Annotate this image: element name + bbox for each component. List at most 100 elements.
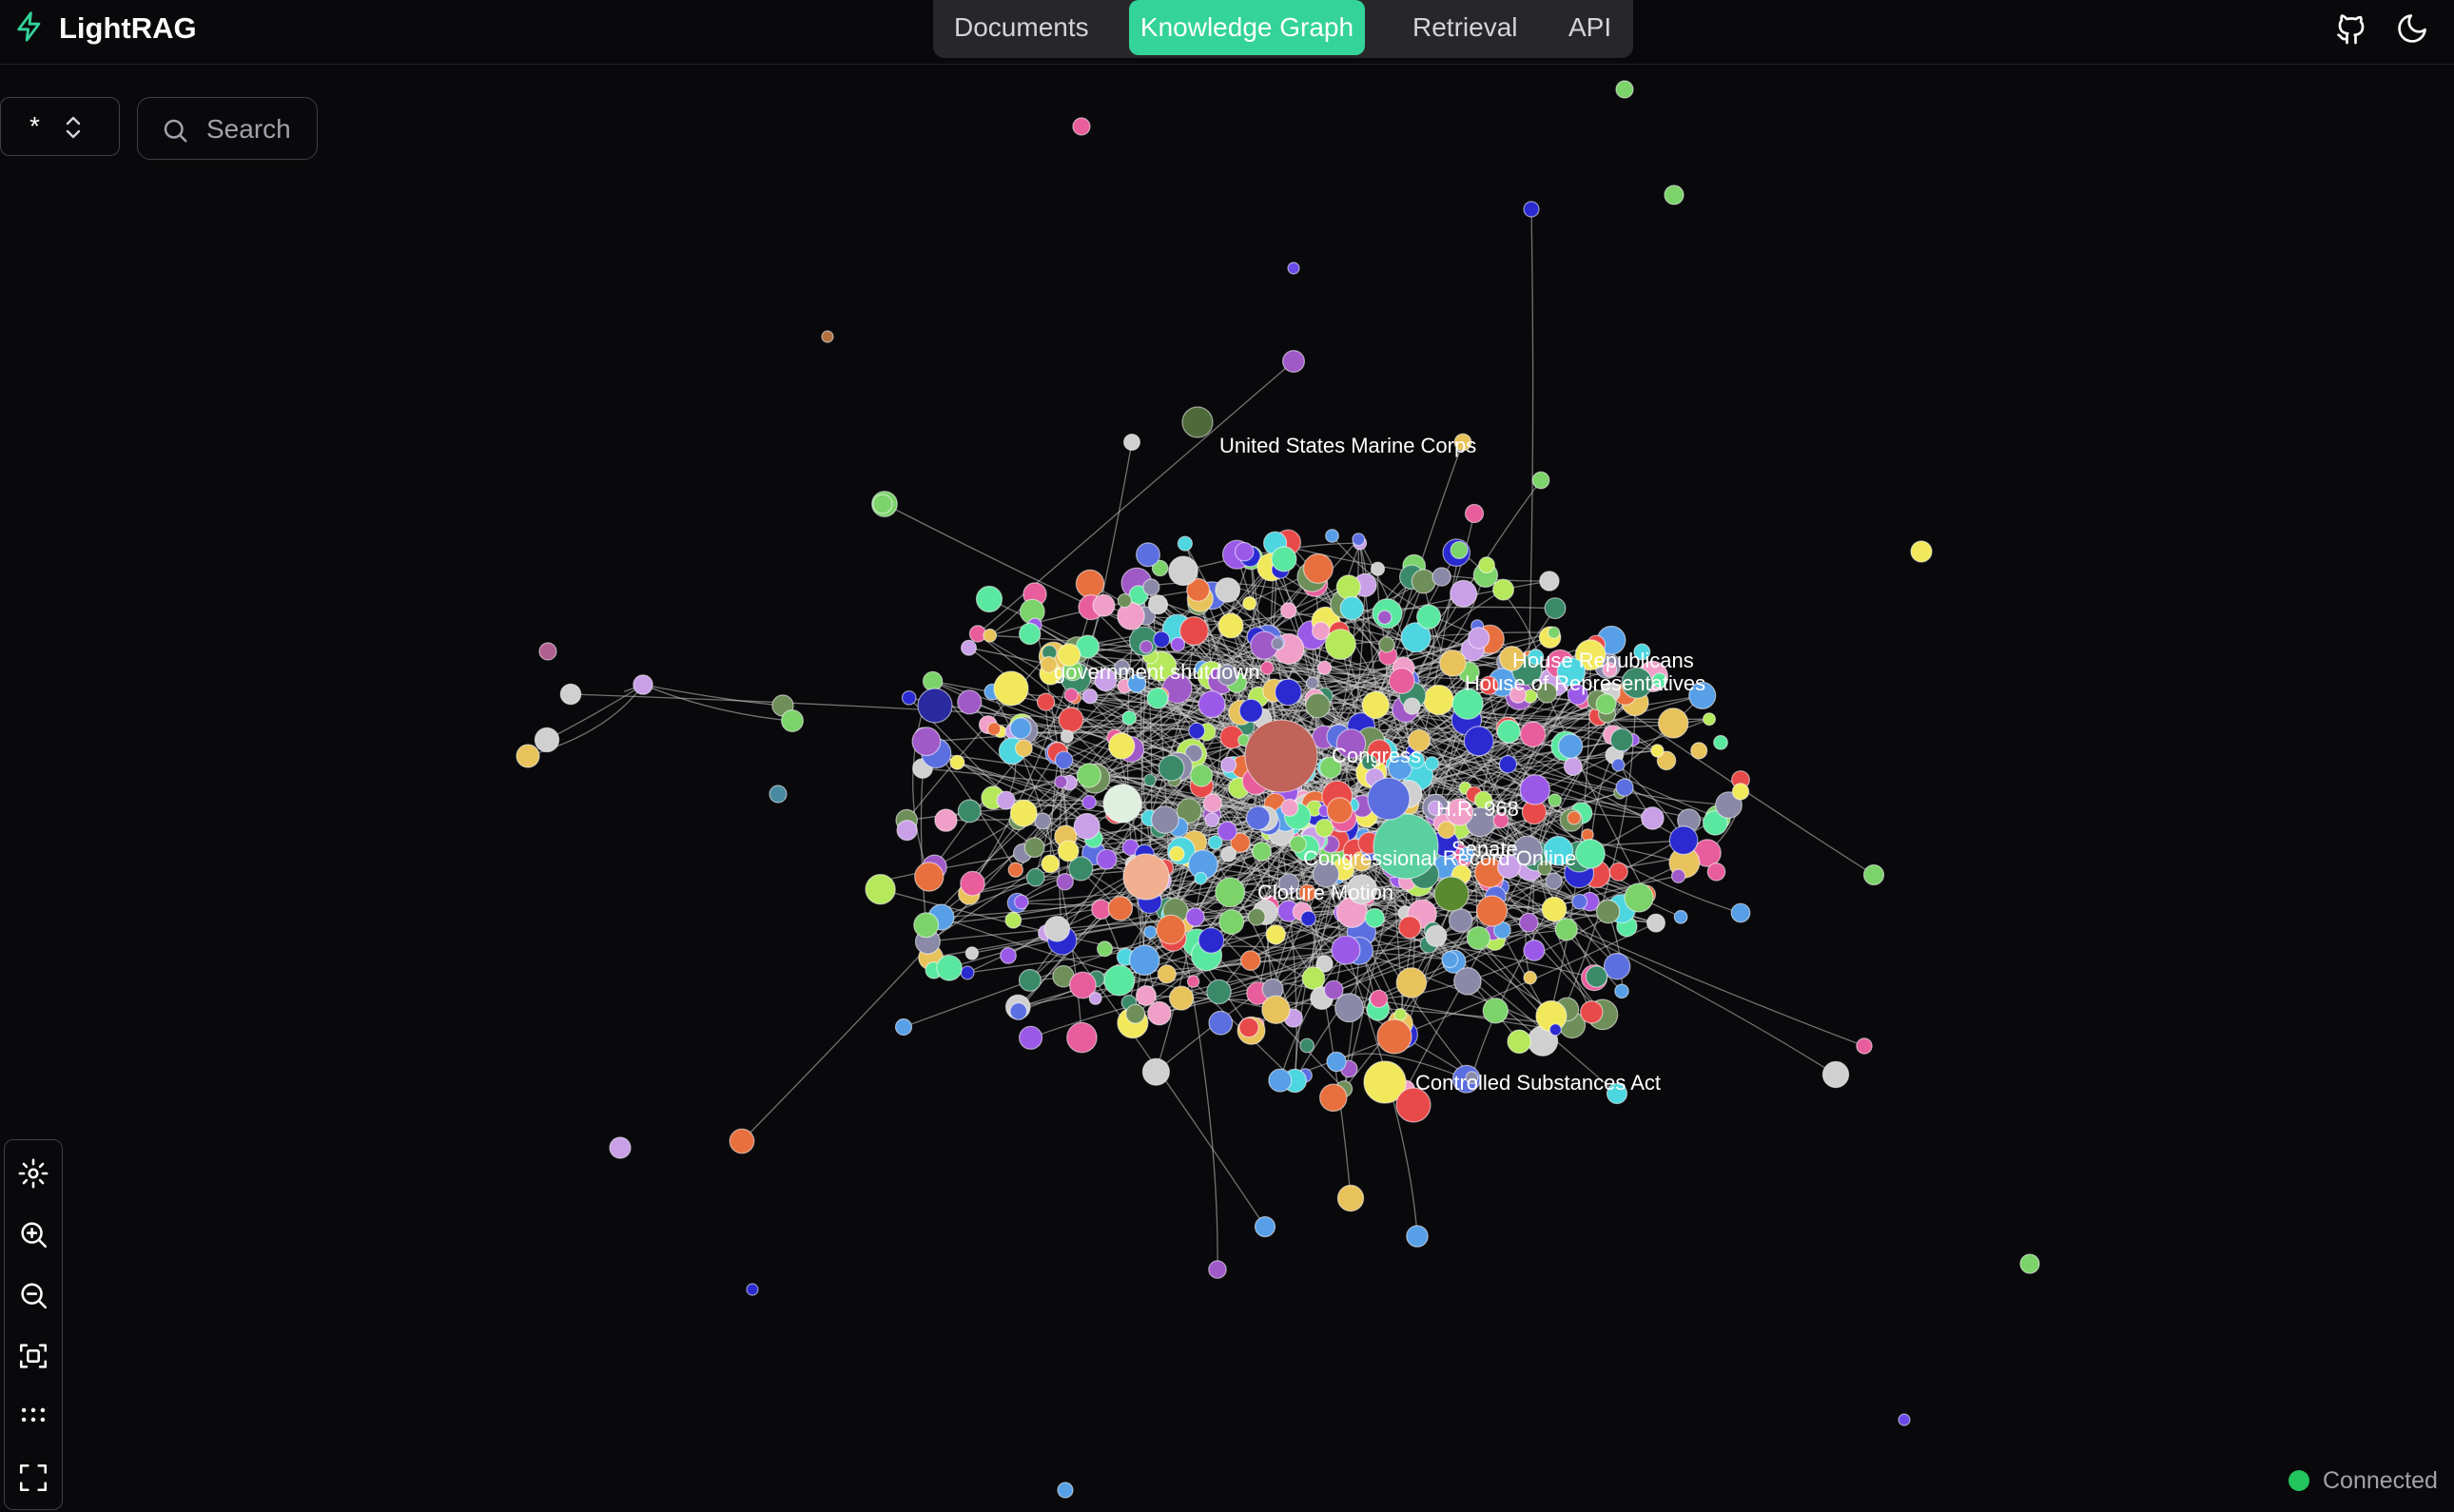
graph-node[interactable] bbox=[957, 799, 982, 824]
graph-node[interactable] bbox=[1102, 784, 1142, 824]
graph-node[interactable] bbox=[1194, 871, 1208, 885]
graph-node[interactable] bbox=[1603, 952, 1631, 980]
graph-node[interactable] bbox=[1523, 939, 1546, 961]
graph-node[interactable] bbox=[1261, 995, 1291, 1025]
graph-node[interactable] bbox=[1595, 693, 1617, 715]
graph-node[interactable] bbox=[1076, 763, 1102, 788]
graph-node[interactable] bbox=[1189, 764, 1214, 787]
graph-node[interactable] bbox=[911, 727, 942, 757]
graph-node[interactable] bbox=[960, 870, 985, 897]
graph-node[interactable] bbox=[2019, 1253, 2040, 1274]
graph-node[interactable] bbox=[993, 670, 1029, 707]
graph-node[interactable] bbox=[1234, 541, 1255, 562]
graph-node[interactable] bbox=[1496, 719, 1521, 744]
graph-node[interactable] bbox=[1206, 979, 1232, 1005]
graph-node[interactable] bbox=[1448, 908, 1473, 933]
graph-node[interactable] bbox=[1081, 688, 1099, 705]
graph-node[interactable] bbox=[936, 955, 963, 981]
graph-node[interactable] bbox=[1072, 117, 1091, 136]
graph-node[interactable] bbox=[538, 642, 557, 661]
graph-node[interactable] bbox=[1411, 569, 1436, 594]
label-filter-select[interactable]: * bbox=[0, 97, 120, 156]
graph-node[interactable] bbox=[1646, 913, 1665, 933]
graph-node[interactable] bbox=[914, 862, 945, 892]
graph-node[interactable] bbox=[1043, 915, 1071, 942]
graph-node[interactable] bbox=[1507, 1029, 1531, 1055]
graph-node[interactable] bbox=[1450, 540, 1469, 559]
graph-node[interactable] bbox=[1323, 979, 1344, 1000]
graph-node[interactable] bbox=[1239, 950, 1261, 971]
graph-node[interactable] bbox=[1057, 840, 1080, 863]
graph-node[interactable] bbox=[746, 1283, 759, 1296]
graph-node[interactable] bbox=[1125, 1003, 1146, 1024]
graph-node[interactable] bbox=[1364, 907, 1385, 928]
graph-node[interactable] bbox=[1056, 873, 1074, 891]
graph-node[interactable] bbox=[1609, 727, 1634, 752]
graph-node[interactable] bbox=[1146, 687, 1169, 709]
graph-node[interactable] bbox=[1018, 1025, 1043, 1050]
graph-node[interactable] bbox=[1315, 818, 1334, 838]
graph-node[interactable] bbox=[1498, 755, 1518, 774]
graph-node[interactable] bbox=[1244, 719, 1318, 793]
graph-node[interactable] bbox=[516, 744, 540, 768]
graph-node[interactable] bbox=[1898, 1413, 1911, 1426]
graph-node[interactable] bbox=[1624, 882, 1654, 913]
graph-node[interactable] bbox=[1475, 895, 1509, 927]
graph-node[interactable] bbox=[1615, 80, 1634, 99]
graph-node[interactable] bbox=[1406, 1225, 1429, 1248]
graph-node[interactable] bbox=[922, 670, 944, 692]
graph-node[interactable] bbox=[1548, 1023, 1562, 1037]
graph-node[interactable] bbox=[1169, 845, 1185, 863]
zoom-in-icon[interactable] bbox=[17, 1218, 49, 1250]
graph-node[interactable] bbox=[1585, 965, 1608, 988]
graph-node[interactable] bbox=[1158, 754, 1185, 782]
graph-node[interactable] bbox=[1186, 975, 1200, 988]
graph-node[interactable] bbox=[1274, 678, 1302, 707]
graph-node[interactable] bbox=[1305, 692, 1331, 719]
tab-api[interactable]: API bbox=[1568, 0, 1611, 55]
graph-node[interactable] bbox=[1025, 867, 1045, 887]
graph-node[interactable] bbox=[1595, 899, 1621, 924]
graph-node[interactable] bbox=[1301, 966, 1326, 990]
graph-node[interactable] bbox=[1403, 697, 1421, 715]
graph-node[interactable] bbox=[949, 754, 965, 770]
graph-node[interactable] bbox=[1107, 896, 1134, 921]
graph-node[interactable] bbox=[1188, 722, 1206, 740]
graph-node[interactable] bbox=[1523, 201, 1540, 218]
graph-node[interactable] bbox=[1450, 579, 1478, 608]
graph-node[interactable] bbox=[1054, 775, 1068, 789]
graph-node[interactable] bbox=[1326, 1051, 1347, 1073]
graph-node[interactable] bbox=[1580, 1000, 1604, 1024]
graph-node[interactable] bbox=[1397, 915, 1422, 940]
graph-node[interactable] bbox=[1491, 578, 1514, 601]
graph-node[interactable] bbox=[1271, 546, 1297, 572]
graph-node[interactable] bbox=[1121, 710, 1137, 726]
graph-node[interactable] bbox=[1326, 797, 1354, 824]
graph-node[interactable] bbox=[1673, 909, 1688, 924]
graph-node[interactable] bbox=[1299, 1037, 1315, 1054]
graph-node[interactable] bbox=[1247, 907, 1266, 926]
graph-node[interactable] bbox=[1168, 555, 1198, 587]
graph-node[interactable] bbox=[1544, 597, 1567, 620]
graph-node[interactable] bbox=[1279, 602, 1297, 619]
graph-node[interactable] bbox=[1608, 862, 1628, 882]
graph-node[interactable] bbox=[1220, 845, 1237, 863]
graph-node[interactable] bbox=[1539, 571, 1560, 591]
graph-node[interactable] bbox=[1156, 914, 1186, 945]
graph-node[interactable] bbox=[1142, 578, 1160, 596]
graph-node[interactable] bbox=[1198, 690, 1226, 719]
graph-node[interactable] bbox=[1302, 552, 1334, 584]
graph-node[interactable] bbox=[1170, 636, 1186, 652]
graph-node[interactable] bbox=[1523, 970, 1537, 985]
graph-node[interactable] bbox=[1531, 471, 1550, 490]
graph-node[interactable] bbox=[1096, 848, 1118, 870]
fit-view-icon[interactable] bbox=[17, 1340, 49, 1372]
graph-node[interactable] bbox=[1482, 998, 1509, 1024]
graph-node[interactable] bbox=[1518, 912, 1539, 933]
graph-node[interactable] bbox=[1466, 925, 1491, 951]
graph-node[interactable] bbox=[1208, 1260, 1227, 1279]
graph-node[interactable] bbox=[1300, 910, 1316, 927]
graph-node[interactable] bbox=[1464, 503, 1485, 524]
graph-node[interactable] bbox=[1168, 985, 1195, 1011]
graph-node[interactable] bbox=[609, 1136, 632, 1159]
